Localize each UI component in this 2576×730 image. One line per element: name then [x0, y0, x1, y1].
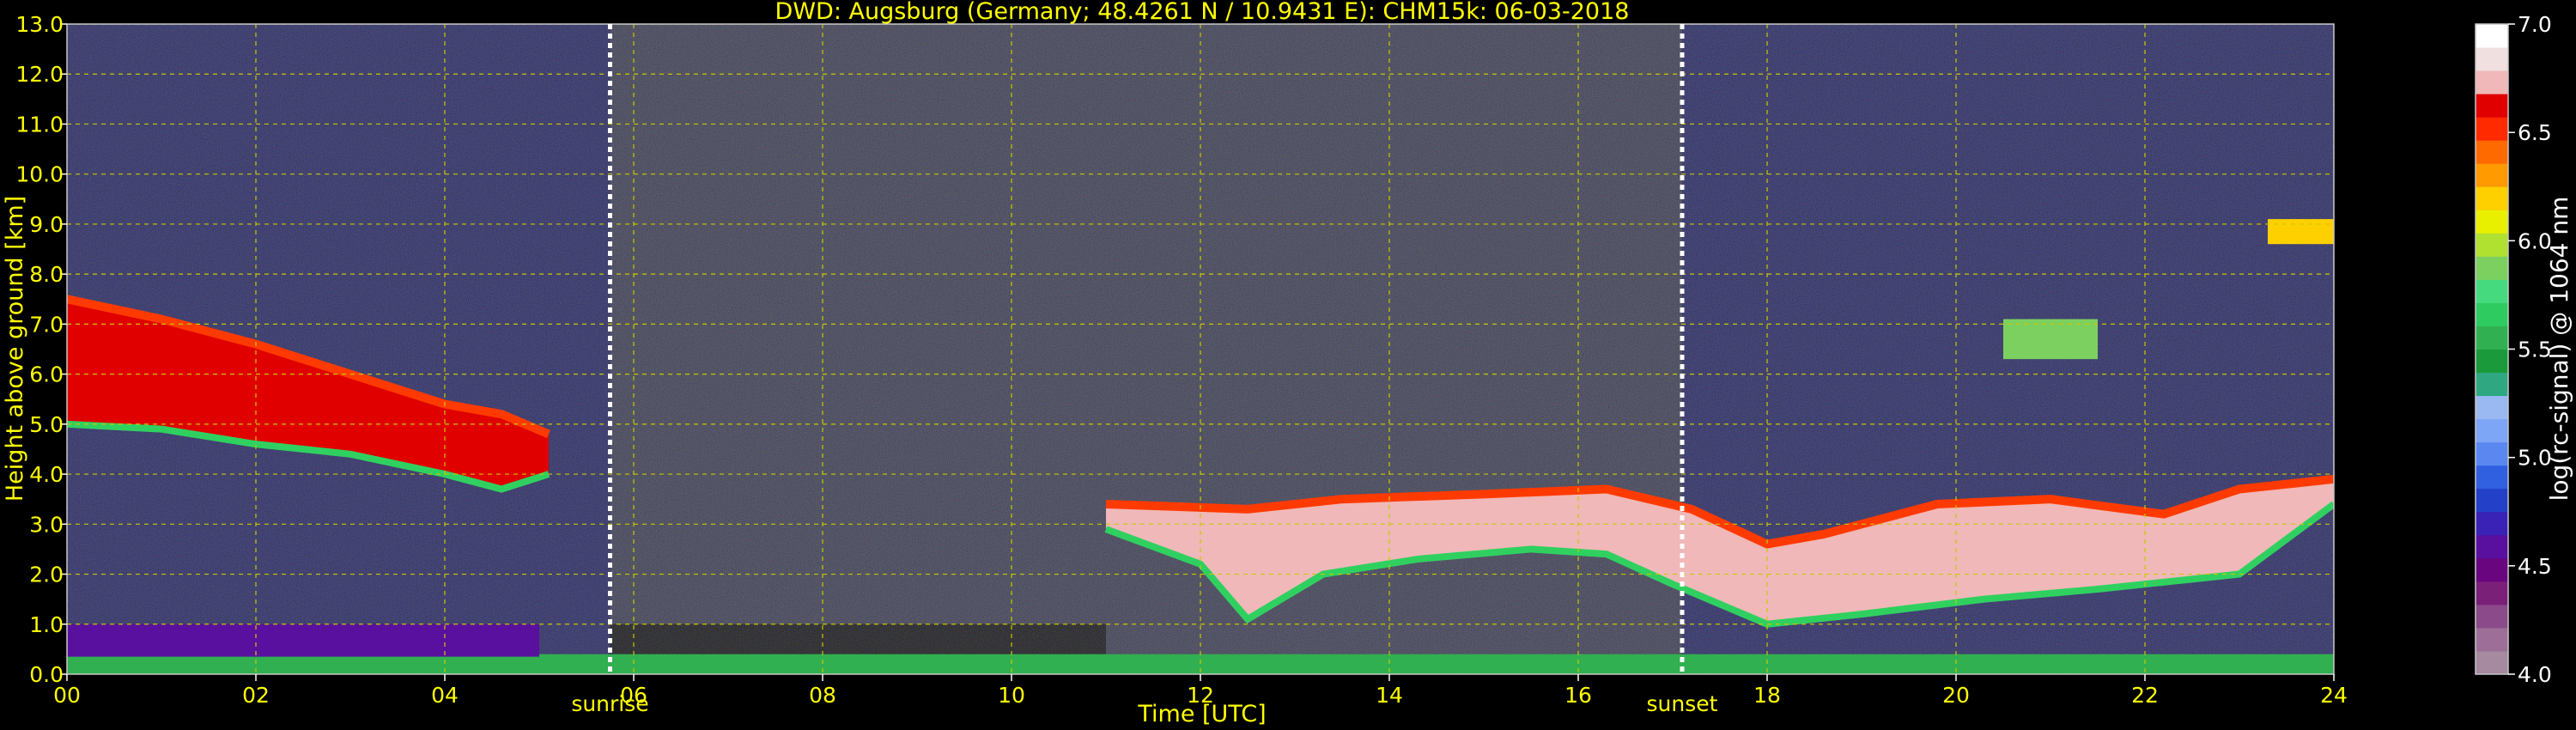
colorbar-segment [2476, 186, 2508, 210]
colorbar-segment [2476, 372, 2508, 397]
colorbar-tick-label: 4.5 [2518, 554, 2552, 579]
sunrise-label: sunrise [571, 691, 648, 716]
x-tick-label: 04 [431, 683, 459, 708]
colorbar-segment [2476, 47, 2508, 71]
colorbar-segment [2476, 627, 2508, 652]
sunset-label: sunset [1647, 691, 1718, 716]
x-tick-label: 00 [53, 683, 81, 708]
colorbar-segment [2476, 581, 2508, 605]
colorbar-segment [2476, 418, 2508, 443]
colorbar-segment [2476, 441, 2508, 466]
x-tick-label: 08 [809, 683, 836, 708]
colorbar-tick-label: 4.0 [2518, 662, 2552, 687]
colorbar-label: log(rc-signal) @ 1064 nm [2545, 197, 2573, 502]
y-axis-label: Height above ground [km] [2, 196, 28, 502]
y-tick-label: 4.0 [29, 462, 64, 487]
colorbar-segment [2476, 349, 2508, 374]
y-tick-label: 3.0 [29, 512, 64, 537]
colorbar-segment [2476, 557, 2508, 582]
colorbar-segment [2476, 210, 2508, 234]
y-tick-label: 10.0 [15, 162, 64, 187]
colorbar-segment [2476, 233, 2508, 257]
aerosol-layer-1 [67, 624, 539, 657]
colorbar-segment [2476, 117, 2508, 141]
colorbar-segment [2476, 488, 2508, 513]
x-tick-label: 18 [1753, 683, 1781, 708]
colorbar-segment [2476, 534, 2508, 559]
y-tick-label: 11.0 [15, 112, 64, 137]
y-tick-label: 8.0 [29, 262, 64, 287]
colorbar-segment [2476, 465, 2508, 490]
colorbar-segment [2476, 325, 2508, 350]
x-tick-label: 02 [242, 683, 270, 708]
colorbar-segment [2476, 650, 2508, 675]
colorbar-segment [2476, 395, 2508, 420]
x-axis-label: Time [UTC] [1137, 701, 1266, 727]
y-tick-label: 9.0 [29, 212, 64, 237]
x-tick-label: 20 [1942, 683, 1970, 708]
x-tick-label: 16 [1564, 683, 1592, 708]
cloud-patch-4 [2268, 219, 2334, 245]
colorbar-segment [2476, 511, 2508, 536]
cloud-patch-5 [2003, 319, 2098, 360]
x-tick-label: 10 [998, 683, 1025, 708]
x-tick-label: 22 [2131, 683, 2159, 708]
colorbar-segment [2476, 140, 2508, 164]
colorbar-segment [2476, 163, 2508, 187]
x-tick-label: 14 [1376, 683, 1403, 708]
x-tick-label: 24 [2320, 683, 2348, 708]
colorbar-segment [2476, 302, 2508, 326]
chart-title: DWD: Augsburg (Germany; 48.4261 N / 10.9… [775, 0, 1630, 25]
colorbar-segment [2476, 604, 2508, 629]
colorbar-segment [2476, 256, 2508, 280]
y-tick-label: 1.0 [29, 612, 64, 637]
y-tick-label: 6.0 [29, 362, 64, 387]
y-tick-label: 7.0 [29, 312, 64, 337]
y-tick-label: 13.0 [15, 12, 64, 37]
colorbar: 4.04.55.05.56.06.57.0 log(rc-signal) @ 1… [2475, 12, 2573, 687]
colorbar-segment [2476, 70, 2508, 94]
y-tick-label: 12.0 [15, 62, 64, 87]
colorbar-segment [2476, 279, 2508, 303]
colorbar-segment [2476, 24, 2508, 48]
colorbar-tick-label: 7.0 [2518, 12, 2552, 37]
colorbar-segment [2476, 94, 2508, 118]
y-tick-label: 2.0 [29, 563, 64, 587]
ceilometer-chart: 0.01.02.03.04.05.06.07.08.09.010.011.012… [2, 0, 2573, 727]
y-tick-label: 5.0 [29, 412, 64, 437]
plot-area [67, 24, 2334, 674]
colorbar-tick-label: 6.5 [2518, 120, 2552, 145]
